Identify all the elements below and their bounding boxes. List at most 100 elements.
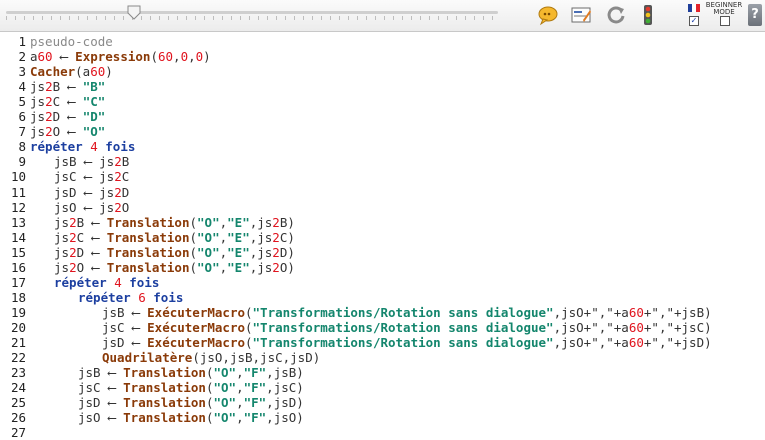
line-number: 11	[10, 184, 26, 200]
code-token: C ⟵	[76, 229, 107, 245]
traffic-light-icon[interactable]	[637, 4, 659, 26]
code-token: (a	[75, 64, 91, 80]
code-token: répéter	[54, 274, 107, 290]
line-number: 10	[10, 169, 26, 185]
code-line[interactable]: 13 js2B ⟵ Translation("O","E",js2B)	[0, 215, 295, 230]
beginner-mode-checkbox[interactable]	[720, 16, 730, 26]
code-line[interactable]: 20 jsC ⟵ ExécuterMacro("Transformations/R…	[0, 320, 712, 335]
code-line[interactable]: 26 jsO ⟵ Translation("O","F",jsO)	[0, 410, 304, 425]
speed-slider-thumb[interactable]	[126, 4, 142, 20]
code-line[interactable]: 18 répéter 6 fois	[0, 290, 183, 305]
code-line[interactable]: 22 Quadrilatère(jsO,jsB,jsC,jsD)	[0, 350, 320, 366]
speed-slider-track[interactable]	[6, 11, 498, 14]
code-text: js2B ⟵ "B"	[30, 79, 105, 94]
code-token: 6	[138, 289, 146, 305]
line-number: 9	[18, 154, 26, 170]
code-line[interactable]: 8 répéter 4 fois	[0, 139, 135, 154]
code-editor[interactable]: 1 pseudo-code 2 a60 ⟵ Expression(60,0,0) 3 Ca…	[0, 32, 765, 440]
code-text: js2D ⟵ "D"	[30, 109, 105, 124]
code-token: Expression	[75, 49, 151, 65]
code-line[interactable]: 17 répéter 4 fois	[0, 275, 159, 290]
code-line[interactable]: 23 jsB ⟵ Translation("O","F",jsB)	[0, 365, 304, 380]
code-token: ExécuterMacro	[147, 304, 245, 320]
code-token: 2	[69, 244, 77, 260]
code-line[interactable]: 6 js2D ⟵ "D"	[0, 109, 105, 124]
code-line[interactable]: 5 js2C ⟵ "C"	[0, 94, 105, 109]
code-line[interactable]: 19 jsB ⟵ ExécuterMacro("Transformations/R…	[0, 305, 712, 320]
code-line[interactable]: 9 jsB ⟵ js2B	[0, 154, 129, 170]
code-token: ,jsO+","+a	[553, 319, 629, 335]
code-line[interactable]: 25 jsD ⟵ Translation("O","F",jsD)	[0, 395, 304, 411]
code-token: Translation	[106, 244, 190, 260]
code-line[interactable]: 11 jsD ⟵ js2D	[0, 184, 129, 200]
code-token: ,	[236, 395, 244, 411]
code-token: C)	[279, 229, 295, 245]
code-line[interactable]: 4 js2B ⟵ "B"	[0, 79, 105, 94]
code-text: répéter 4 fois	[30, 139, 135, 154]
code-token: 0	[180, 49, 189, 65]
code-token: "C"	[82, 94, 106, 110]
code-token: "Transformations/Rotation sans dialogue"	[252, 304, 554, 320]
code-line[interactable]: 14 js2C ⟵ Translation("O","E",js2C)	[0, 230, 295, 245]
code-line[interactable]: 21 jsD ⟵ ExécuterMacro("Transformations/R…	[0, 335, 712, 350]
code-token: ,jsD)	[266, 395, 304, 411]
code-token: js	[54, 214, 70, 230]
language-checkbox[interactable]: ✓	[689, 16, 699, 26]
code-token: 60	[628, 304, 644, 320]
code-token: 2	[114, 154, 122, 170]
code-token: Translation	[123, 410, 206, 426]
french-flag-icon[interactable]	[688, 4, 700, 12]
code-token: 2	[45, 79, 53, 95]
code-line[interactable]: 10 jsC ⟵ js2C	[0, 169, 129, 185]
code-token: ,	[219, 214, 228, 230]
code-token: ,js	[249, 259, 273, 275]
edit-panel-icon[interactable]	[570, 4, 592, 26]
code-token: O ⟵	[76, 259, 107, 275]
refresh-icon[interactable]	[605, 4, 627, 26]
code-token: 4	[90, 139, 98, 155]
code-token: "F"	[243, 395, 267, 411]
code-line[interactable]: 1 pseudo-code	[0, 34, 112, 49]
code-line[interactable]: 12 jsO ⟵ js2O	[0, 200, 129, 215]
code-token: js	[54, 244, 70, 260]
line-number: 22	[10, 350, 26, 366]
code-text: a60 ⟵ Expression(60,0,0)	[30, 49, 211, 64]
code-text: js2C ⟵ "C"	[30, 94, 105, 109]
code-token: "O"	[197, 244, 220, 260]
code-token: 60	[37, 49, 53, 65]
code-token: B ⟵	[76, 214, 107, 230]
code-token: )	[203, 49, 211, 65]
code-line[interactable]: 3 Cacher(a60)	[0, 64, 112, 79]
code-token: ,	[219, 244, 228, 260]
code-token: D ⟵	[76, 244, 107, 260]
code-text: js2C ⟵ Translation("O","E",js2C)	[54, 230, 295, 245]
code-token: O)	[279, 259, 295, 275]
code-token: pseudo-code	[30, 34, 113, 49]
code-token: "O"	[197, 229, 220, 245]
code-token: 2	[272, 244, 280, 260]
code-line[interactable]: 27	[0, 425, 26, 440]
code-token: ,	[219, 229, 228, 245]
code-token: (	[189, 259, 198, 275]
line-number: 25	[10, 395, 26, 411]
code-text: jsO ⟵ js2O	[54, 200, 129, 215]
code-text: répéter 4 fois	[54, 275, 159, 290]
code-token: "E"	[227, 229, 250, 245]
code-line[interactable]: 24 jsC ⟵ Translation("O","F",jsC)	[0, 380, 304, 395]
code-token: "E"	[227, 244, 250, 260]
code-text: jsC ⟵ ExécuterMacro("Transformations/Rot…	[102, 320, 712, 335]
help-button[interactable]: ?	[748, 4, 762, 26]
code-token: "Transformations/Rotation sans dialogue"	[252, 319, 554, 335]
code-token: fois	[153, 289, 184, 305]
code-line[interactable]: 2 a60 ⟵ Expression(60,0,0)	[0, 49, 210, 64]
code-token: 2	[114, 184, 122, 200]
speech-bubble-icon[interactable]	[537, 4, 559, 26]
code-text: jsB ⟵ ExécuterMacro("Transformations/Rot…	[102, 305, 712, 320]
code-text: js2O ⟵ "O"	[30, 124, 105, 139]
code-text: jsD ⟵ ExécuterMacro("Transformations/Rot…	[102, 335, 712, 350]
code-token: "O"	[213, 380, 237, 396]
code-line[interactable]: 15 js2D ⟵ Translation("O","E",js2D)	[0, 245, 295, 260]
code-line[interactable]: 16 js2O ⟵ Translation("O","E",js2O)	[0, 260, 295, 275]
code-token: Translation	[106, 229, 190, 245]
code-line[interactable]: 7 js2O ⟵ "O"	[0, 124, 105, 139]
